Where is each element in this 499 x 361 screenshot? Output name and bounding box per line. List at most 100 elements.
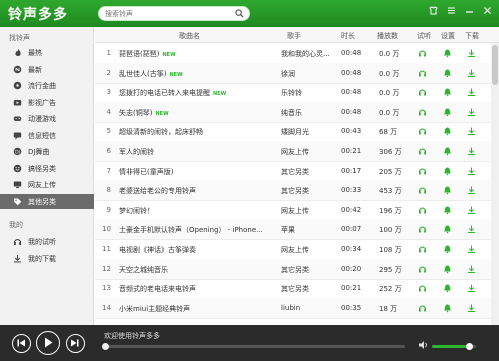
close-icon[interactable] <box>482 5 493 16</box>
song-name[interactable]: 电视剧《神话》古筝弹奏 <box>119 245 279 255</box>
search-box[interactable] <box>98 6 250 21</box>
bell-icon[interactable] <box>443 107 452 117</box>
listen-icon[interactable] <box>418 205 427 215</box>
listen-icon[interactable] <box>418 224 427 234</box>
bell-icon[interactable] <box>443 126 452 136</box>
sidebar-item-3[interactable]: 影视广告 <box>0 95 94 110</box>
table-row[interactable]: 9 梦幻闹铃！ 网友上传 00:42 196 万 <box>95 200 491 221</box>
sidebar-item-8[interactable]: 网友上传 <box>0 177 94 192</box>
scrollbar[interactable] <box>491 43 499 325</box>
download-icon[interactable] <box>467 87 476 97</box>
table-row[interactable]: 13 音频式的老电话来电铃声 其它另类 00:21 252 万 <box>95 278 491 300</box>
download-icon[interactable] <box>467 244 476 254</box>
listen-icon[interactable] <box>418 244 427 254</box>
header-name[interactable]: 歌曲名 <box>179 31 200 41</box>
song-name[interactable]: 超级清新的闹铃，起床舒畅 <box>119 127 279 137</box>
listen-icon[interactable] <box>418 283 427 293</box>
download-icon[interactable] <box>467 126 476 136</box>
bell-icon[interactable] <box>443 87 452 97</box>
table-row[interactable]: 1 琵琶语(琵琶) NEW 我和我的心灵... 00:48 0.0 万 <box>95 43 491 64</box>
sidebar-item-9[interactable]: 其他另类 <box>0 193 94 209</box>
bell-icon[interactable] <box>443 244 452 254</box>
listen-icon[interactable] <box>418 68 427 78</box>
download-icon[interactable] <box>467 48 476 58</box>
download-icon[interactable] <box>467 185 476 195</box>
progress-knob[interactable] <box>102 343 109 350</box>
table-row[interactable]: 3 您拨打的电话已转入来电提醒 NEW 乐铃铃 00:48 0.0 万 <box>95 82 491 104</box>
table-row[interactable]: 6 军人的闹铃 网友上传 00:21 306 万 <box>95 141 491 162</box>
bell-icon[interactable] <box>443 146 452 156</box>
listen-icon[interactable] <box>418 264 427 274</box>
table-row[interactable]: 5 超级清新的闹铃，起床舒畅 矮脚月光 00:43 68 万 <box>95 121 491 143</box>
song-name[interactable]: 您拨打的电话已转入来电提醒 NEW <box>119 88 279 98</box>
bell-icon[interactable] <box>443 166 452 176</box>
sidebar-item-4[interactable]: 动漫游戏 <box>0 111 94 126</box>
volume-knob[interactable] <box>466 343 474 350</box>
listen-icon[interactable] <box>418 146 427 156</box>
listen-icon[interactable] <box>418 166 427 176</box>
sidebar-item-1[interactable]: 最新 <box>0 62 94 77</box>
volume-icon[interactable] <box>418 340 429 350</box>
listen-icon[interactable] <box>418 303 427 313</box>
listen-icon[interactable] <box>418 185 427 195</box>
minimize-icon[interactable] <box>464 5 475 16</box>
listen-icon[interactable] <box>418 87 427 97</box>
table-row[interactable]: 11 电视剧《神话》古筝弹奏 网友上传 00:34 108 万 <box>95 239 491 260</box>
listen-icon[interactable] <box>418 126 427 136</box>
progress-bar[interactable] <box>102 343 405 350</box>
header-plays[interactable]: 播放数 <box>377 31 398 41</box>
header-duration[interactable]: 时长 <box>341 31 355 41</box>
sidebar-item-6[interactable]: DJ DJ舞曲 <box>0 144 94 159</box>
table-row[interactable]: 12 天空之城纯音乐 其它另类 00:20 295 万 <box>95 258 491 280</box>
skin-icon[interactable] <box>428 5 439 16</box>
bell-icon[interactable] <box>443 205 452 215</box>
listen-icon[interactable] <box>418 48 427 58</box>
download-icon[interactable] <box>467 68 476 78</box>
sidebar-item-5[interactable]: 信息短信 <box>0 128 94 143</box>
table-row[interactable]: 8 老婆送给老公的专用铃声 其它另类 00:33 453 万 <box>95 180 491 202</box>
sidebar-item-mine-0[interactable]: 我的试听 <box>0 234 94 249</box>
listen-icon[interactable] <box>418 107 427 117</box>
bell-icon[interactable] <box>443 68 452 78</box>
menu-icon[interactable] <box>446 5 457 16</box>
download-icon[interactable] <box>467 205 476 215</box>
bell-icon[interactable] <box>443 224 452 234</box>
song-name[interactable]: 军人的闹铃 <box>119 147 279 157</box>
play-button[interactable] <box>36 331 60 355</box>
song-name[interactable]: 小米miui主题经典铃声 <box>119 304 279 314</box>
song-name[interactable]: 音频式的老电话来电铃声 <box>119 284 279 294</box>
download-icon[interactable] <box>467 107 476 117</box>
search-input[interactable] <box>105 8 231 19</box>
sidebar-item-0[interactable]: 最热 <box>0 45 94 60</box>
table-row[interactable]: 14 小米miui主题经典铃声 liubin 00:35 18 万 <box>95 297 491 319</box>
song-name[interactable]: 老婆送给老公的专用铃声 <box>119 186 279 196</box>
prev-button[interactable] <box>12 334 31 353</box>
download-icon[interactable] <box>467 166 476 176</box>
header-singer[interactable]: 歌手 <box>287 31 301 41</box>
scroll-thumb[interactable] <box>492 45 498 85</box>
volume-slider[interactable] <box>432 343 476 350</box>
bell-icon[interactable] <box>443 303 452 313</box>
download-icon[interactable] <box>467 146 476 156</box>
next-button[interactable] <box>66 334 85 353</box>
download-icon[interactable] <box>467 224 476 234</box>
sidebar-item-mine-1[interactable]: 我的下载 <box>0 251 94 266</box>
sidebar-item-7[interactable]: 搞怪另类 <box>0 161 94 176</box>
bell-icon[interactable] <box>443 264 452 274</box>
bell-icon[interactable] <box>443 185 452 195</box>
search-icon[interactable] <box>235 9 244 18</box>
table-row[interactable]: 10 土豪金手机默认铃声（Opening） - iPhone... 苹果 00:07 1… <box>95 219 491 241</box>
song-name[interactable]: 天空之城纯音乐 <box>119 265 279 275</box>
song-name[interactable]: 情非得已(童声版) <box>119 167 279 177</box>
song-name[interactable]: 土豪金手机默认铃声（Opening） - iPhone... <box>119 225 279 235</box>
table-row[interactable]: 2 乱世佳人(古筝) NEW 徐润 00:48 0.0 万 <box>95 62 491 84</box>
download-icon[interactable] <box>467 303 476 313</box>
table-row[interactable]: 4 矢志(铜琴) NEW 纯音乐 00:48 0.0 万 <box>95 101 491 123</box>
bell-icon[interactable] <box>443 283 452 293</box>
sidebar-item-2[interactable]: 流行金曲 <box>0 78 94 93</box>
download-icon[interactable] <box>467 283 476 293</box>
bell-icon[interactable] <box>443 48 452 58</box>
song-name[interactable]: 琵琶语(琵琶) NEW <box>119 49 279 59</box>
song-name[interactable]: 矢志(铜琴) NEW <box>119 108 279 118</box>
table-row[interactable]: 7 情非得已(童声版) 其它另类 00:17 205 万 <box>95 161 491 182</box>
